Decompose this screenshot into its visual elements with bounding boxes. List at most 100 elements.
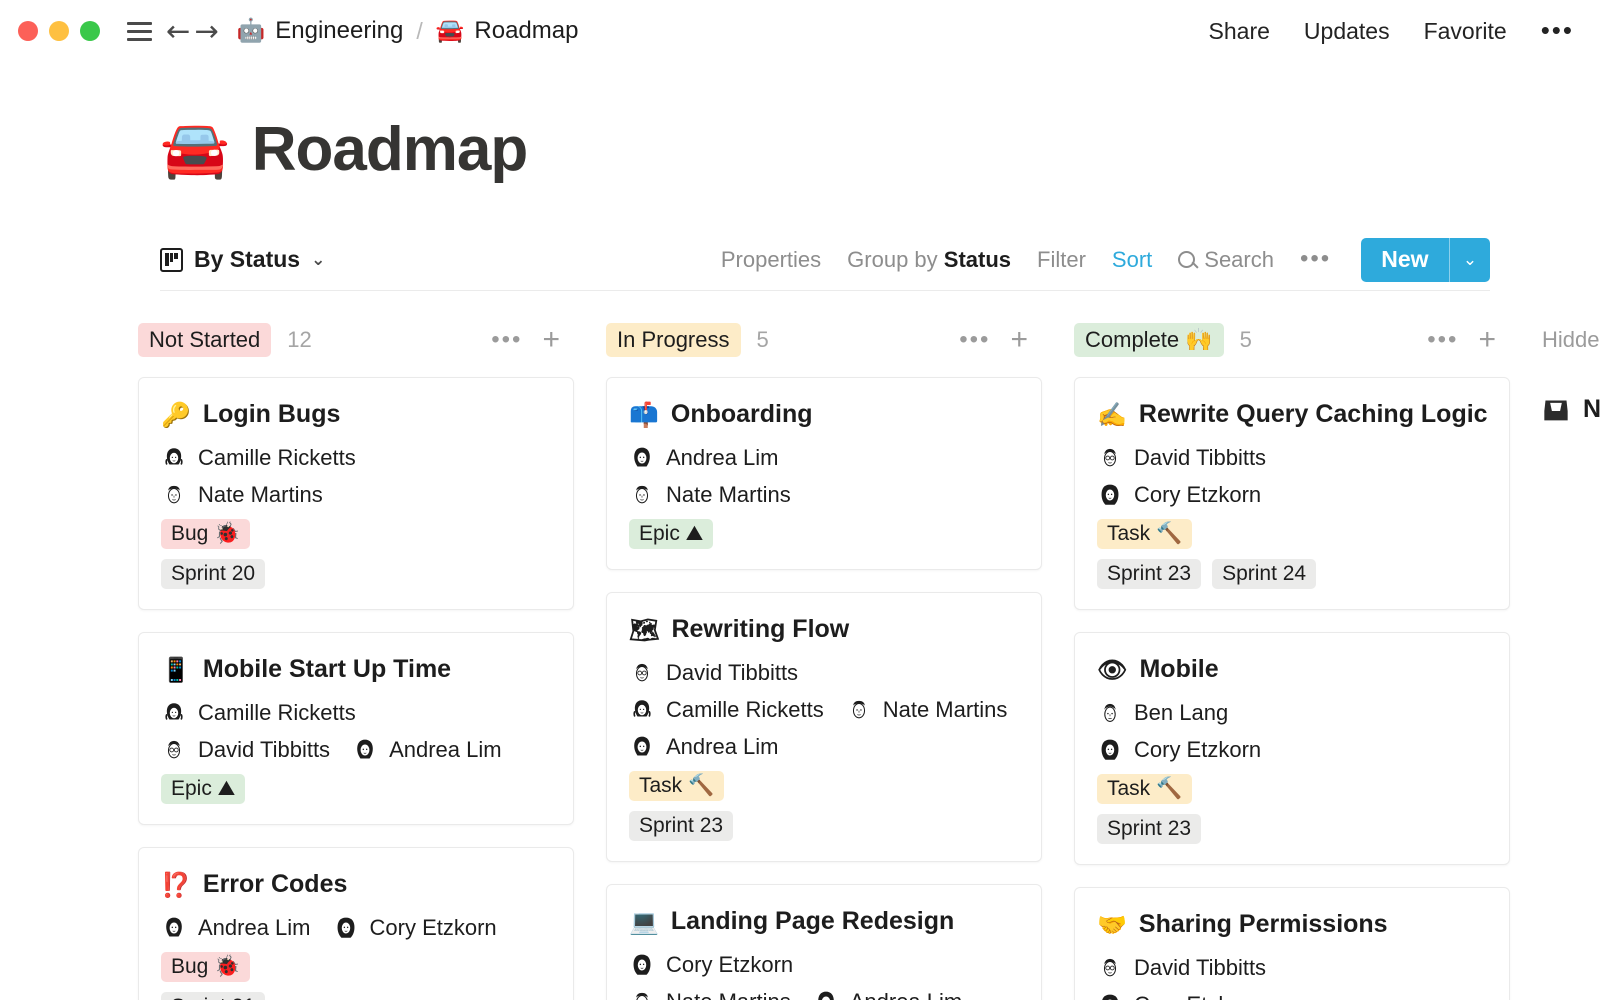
more-options-icon[interactable]: ••• [1541,18,1574,43]
new-button[interactable]: New [1361,238,1448,282]
status-badge[interactable]: In Progress [606,323,741,357]
sort-button[interactable]: Sort [1112,247,1152,273]
avatar [629,989,655,1000]
breadcrumb-item-roadmap[interactable]: 🚘 Roadmap [436,17,579,45]
assignee[interactable]: Camille Ricketts [629,697,824,723]
assignee[interactable]: Cory Etzkorn [1097,992,1261,1000]
board-card[interactable]: 📫 Onboarding Andrea Lim Nate Martins Epic ⛰ [606,377,1042,570]
column-more-icon[interactable]: ••• [491,327,522,352]
properties-button[interactable]: Properties [721,247,821,273]
assignee[interactable]: Andrea Lim [812,989,962,1000]
maximize-window-button[interactable] [80,21,100,41]
new-button-dropdown[interactable]: ⌄ [1450,238,1490,282]
status-badge[interactable]: Complete 🙌 [1074,323,1224,357]
assignee-name: Cory Etzkorn [666,952,794,977]
back-arrow-icon[interactable]: ← [166,16,190,46]
avatar [812,989,839,1000]
board-card[interactable]: 📱 Mobile Start Up Time Camille Ricketts Dav… [138,632,574,825]
assignee[interactable]: Camille Ricketts [161,445,356,471]
page-title: 🚘 Roadmap [160,114,1600,185]
view-tab-by-status[interactable]: By Status ⌄ [160,246,325,273]
group-by-value: Status [943,246,1012,272]
assignee[interactable]: Nate Martins [629,482,791,508]
type-tag[interactable]: Bug 🐞 [161,952,251,982]
card-emoji-icon: 📱 [161,655,191,684]
sidebar-toggle-button[interactable] [122,14,156,48]
assignee-name: Cory Etzkorn [1134,737,1262,762]
assignee[interactable]: Nate Martins [845,697,1007,723]
group-by-button[interactable]: Group by Status [847,247,1011,273]
type-tag[interactable]: Task 🔨 [629,771,725,801]
status-badge[interactable]: Not Started [138,323,272,357]
search-button[interactable]: Search [1178,247,1274,273]
card-title-text: Mobile [1139,655,1219,683]
column-add-card-icon[interactable]: + [1010,325,1028,355]
type-tag[interactable]: Epic ⛰ [629,519,714,549]
card-title: 📫 Onboarding [629,400,1019,429]
assignee[interactable]: David Tibbitts [1097,955,1266,981]
assignee[interactable]: Cory Etzkorn [1097,482,1261,508]
card-title: 🤝 Sharing Permissions [1097,910,1487,939]
column-more-icon[interactable]: ••• [1427,327,1458,352]
column-add-card-icon[interactable]: + [1478,325,1496,355]
filter-button[interactable]: Filter [1037,247,1086,273]
avatar [1097,445,1123,471]
column-add-card-icon[interactable]: + [542,325,560,355]
toolbar-more-icon[interactable]: ••• [1300,246,1331,271]
column-count: 5 [1239,327,1252,352]
assignee[interactable]: David Tibbitts [1097,445,1266,471]
assignee[interactable]: Nate Martins [629,989,791,1000]
assignee-row: Camille Ricketts Nate Martins [629,697,1019,723]
assignee[interactable]: David Tibbitts [629,660,798,686]
board-card[interactable]: 👁 Mobile Ben Lang Cory Etzkorn Task 🔨 Sprint … [1074,632,1510,865]
assignee[interactable]: Cory Etzkorn [332,915,497,941]
type-tag[interactable]: Bug 🐞 [161,519,251,549]
card-type-tags: Epic ⛰ [161,774,551,804]
assignee[interactable]: Andrea Lim [352,737,502,763]
assignee-name: Cory Etzkorn [369,915,497,940]
assignee[interactable]: Andrea Lim [629,445,779,471]
sprint-tag[interactable]: Sprint 23 [629,811,734,841]
type-tag[interactable]: Task 🔨 [1097,774,1193,804]
assignee[interactable]: Cory Etzkorn [629,952,793,978]
column-more-icon[interactable]: ••• [959,327,990,352]
updates-button[interactable]: Updates [1304,18,1390,45]
assignee[interactable]: Nate Martins [161,482,323,508]
board-card[interactable]: ⁉️ Error Codes Andrea Lim Cory Etzkorn Bug 🐞… [138,847,574,1000]
board-card[interactable]: 💻 Landing Page Redesign Cory Etzkorn Nate M… [606,884,1042,1000]
type-tag[interactable]: Task 🔨 [1097,519,1193,549]
assignee[interactable]: David Tibbitts [161,737,330,763]
card-title-text: Sharing Permissions [1138,910,1388,938]
favorite-button[interactable]: Favorite [1424,18,1507,45]
card-sprint-tags: Sprint 20 [161,559,551,589]
sprint-tag[interactable]: Sprint 21 [161,992,266,1000]
sprint-tag[interactable]: Sprint 23 [1097,814,1202,844]
board-card[interactable]: 🤝 Sharing Permissions David Tibbitts Cory E… [1074,887,1510,1000]
board-card[interactable]: 🗺 Rewriting Flow David Tibbitts Camille Ric… [606,592,1042,862]
avatar [629,734,655,760]
board-card[interactable]: ✍️ Rewrite Query Caching Logic David Tibbi… [1074,377,1510,610]
breadcrumb-item-engineering[interactable]: 🤖 Engineering [237,17,404,45]
card-type-tags: Epic ⛰ [629,519,1019,549]
avatar [352,737,379,763]
sprint-tag[interactable]: Sprint 24 [1212,559,1317,589]
share-button[interactable]: Share [1209,18,1270,45]
assignee[interactable]: Cory Etzkorn [1097,737,1261,763]
assignee[interactable]: Andrea Lim [161,915,311,941]
hidden-column-label[interactable]: Hidden [1542,327,1600,353]
card-title: 🗺 Rewriting Flow [629,615,1019,644]
database-toolbar: By Status ⌄ Properties Group by Status F… [160,229,1490,291]
no-status-group[interactable]: No Status [1542,395,1600,424]
sprint-tag[interactable]: Sprint 23 [1097,559,1202,589]
assignee[interactable]: Ben Lang [1097,700,1228,726]
minimize-window-button[interactable] [49,21,69,41]
assignee[interactable]: Andrea Lim [629,734,779,760]
type-tag[interactable]: Epic ⛰ [161,774,246,804]
sprint-tag[interactable]: Sprint 20 [161,559,266,589]
assignee[interactable]: Camille Ricketts [161,700,356,726]
close-window-button[interactable] [18,21,38,41]
card-sprint-tags: Sprint 21 [161,992,551,1000]
page-icon[interactable]: 🚘 [160,121,230,178]
board-card[interactable]: 🔑 Login Bugs Camille Ricketts Nate Martins B… [138,377,574,610]
forward-arrow-icon[interactable]: → [194,16,218,46]
